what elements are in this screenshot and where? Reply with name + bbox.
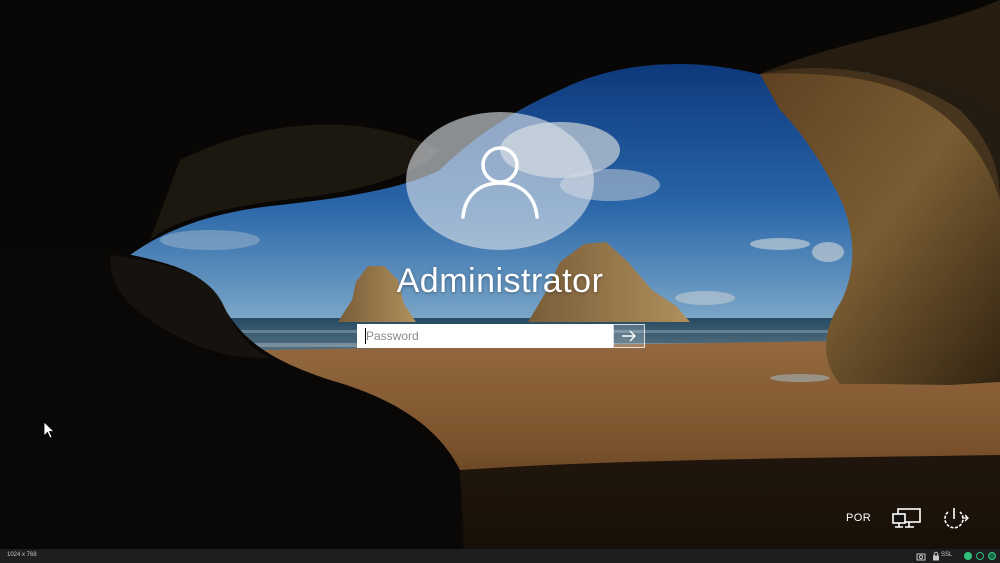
remote-status-bar: 1024 x 768 SSL: [0, 549, 1000, 563]
camera-icon[interactable]: [916, 551, 926, 561]
status-circle-icon: [976, 552, 984, 560]
status-connection-icon: [988, 552, 996, 560]
language-button[interactable]: POR: [846, 506, 871, 530]
user-icon: [461, 146, 539, 219]
network-button[interactable]: [890, 506, 924, 530]
power-button[interactable]: [938, 506, 970, 530]
lock-icon: [933, 551, 939, 561]
submit-button[interactable]: [613, 324, 645, 348]
mouse-pointer-icon: [43, 421, 55, 439]
resolution-label: 1024 x 768: [7, 552, 37, 558]
power-icon: [944, 508, 969, 529]
lock-screen: Administrator POR 1024 x 768 SSL: [0, 0, 1000, 563]
password-form: [357, 324, 645, 348]
network-icon: [892, 508, 921, 528]
text-caret: [365, 328, 366, 344]
status-ok-icon: [964, 552, 972, 560]
username-label: Administrator: [396, 262, 604, 300]
ssl-label: SSL: [941, 552, 953, 558]
password-input[interactable]: [357, 324, 613, 348]
arrow-right-icon: [622, 330, 636, 342]
user-avatar: [406, 112, 594, 250]
